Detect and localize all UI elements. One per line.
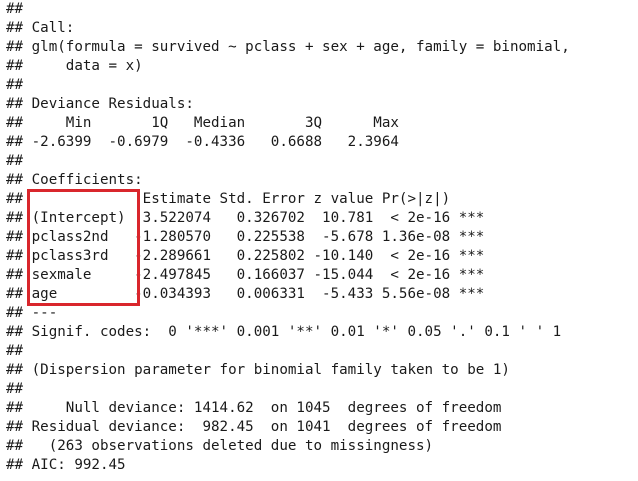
console-line: ## glm(formula = survived ~ pclass + sex… <box>6 39 570 55</box>
console-line: ## Call: <box>6 20 75 36</box>
console-line: ## --- <box>6 305 58 321</box>
coefficient-row: ## sexmale -2.497845 0.166037 -15.044 < … <box>6 267 485 283</box>
console-line: ## data = x) <box>6 58 143 74</box>
console-line: ## Residual deviance: 982.45 on 1041 deg… <box>6 419 502 435</box>
console-line: ## <box>6 343 32 359</box>
console-line: ## -2.6399 -0.6979 -0.4336 0.6688 2.3964 <box>6 134 416 150</box>
console-line: ## <box>6 77 32 93</box>
console-line: ## (Dispersion parameter for binomial fa… <box>6 362 510 378</box>
console-line: ## Min 1Q Median 3Q Max <box>6 115 416 131</box>
console-line: ## <box>6 381 32 397</box>
coefficient-row: ## (Intercept) 3.522074 0.326702 10.781 … <box>6 210 485 226</box>
coefficient-row: ## pclass3rd -2.289661 0.225802 -10.140 … <box>6 248 485 264</box>
console-line: ## Signif. codes: 0 '***' 0.001 '**' 0.0… <box>6 324 562 340</box>
console-line: ## Coefficients: <box>6 172 143 188</box>
console-line: ## Deviance Residuals: <box>6 96 203 112</box>
coefficient-row: ## age -0.034393 0.006331 -5.433 5.56e-0… <box>6 286 485 302</box>
console-line: ## <box>6 153 32 169</box>
r-console-output: ## ## Call: ## glm(formula = survived ~ … <box>6 0 638 481</box>
console-line: ## <box>6 1 32 17</box>
console-line: ## (263 observations deleted due to miss… <box>6 438 434 454</box>
coefficients-header-line: ## Estimate Std. Error z value Pr(>|z|) <box>6 191 485 207</box>
console-line: ## AIC: 992.45 <box>6 457 126 473</box>
coefficient-row: ## pclass2nd -1.280570 0.225538 -5.678 1… <box>6 229 485 245</box>
console-line: ## Null deviance: 1414.62 on 1045 degree… <box>6 400 502 416</box>
